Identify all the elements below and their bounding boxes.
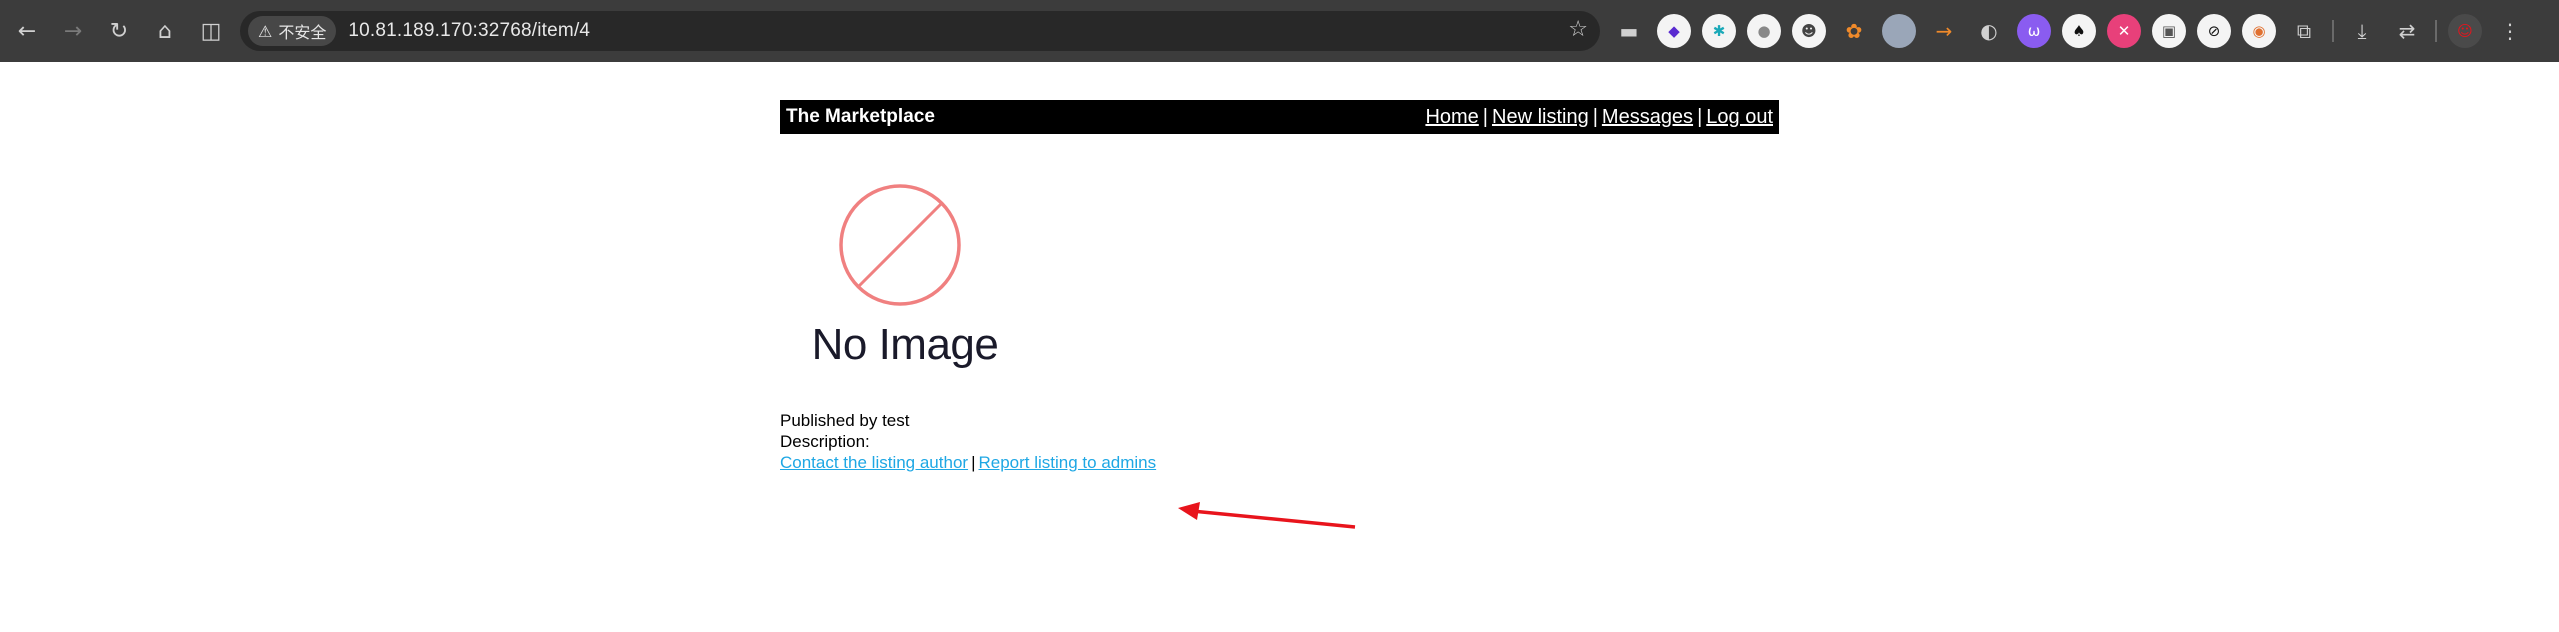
link-separator: | [971, 453, 976, 472]
paused-extension-icon[interactable]: ◐ [1972, 14, 2006, 48]
pink-extension-icon[interactable]: ✕ [2107, 14, 2141, 48]
mascot-extension-icon[interactable]: ● [1747, 14, 1781, 48]
nav-logout-link[interactable]: Log out [1706, 106, 1773, 128]
listing-actions: Contact the listing author | Report listin… [780, 452, 1156, 473]
avatar-extension-icon[interactable]: ☻ [1792, 14, 1826, 48]
listing-image-placeholder: No Image [790, 184, 1020, 384]
nav-home-link[interactable]: Home [1425, 106, 1478, 128]
spade-extension-icon[interactable]: ♠ [2062, 14, 2096, 48]
description-label: Description: [780, 432, 870, 451]
profile-avatar-icon[interactable]: ☺ [2448, 14, 2482, 48]
arrow-extension-icon[interactable]: → [1927, 14, 1961, 48]
site-nav: Home | New listing | Messages | Log out [1425, 106, 1773, 129]
cookie-extension-icon[interactable]: ✿ [1837, 14, 1871, 48]
url-text[interactable]: 10.81.189.170:32768/item/4 [348, 20, 590, 42]
arrow-left-icon[interactable]: ← [4, 8, 50, 54]
download-icon[interactable]: ⤓ [2345, 14, 2379, 48]
contact-author-link[interactable]: Contact the listing author [780, 453, 968, 472]
nav-messages-link[interactable]: Messages [1602, 106, 1693, 128]
gear-extension-icon[interactable]: ✱ [1702, 14, 1736, 48]
browser-toolbar: ← → ↻ ⌂ ◫ ⚠ 不安全 10.81.189.170:32768/item… [0, 0, 2559, 62]
nav-separator: | [1482, 105, 1488, 128]
toolbar-separator [2332, 20, 2334, 42]
picture-extension-icon[interactable]: ▣ [2152, 14, 2186, 48]
nav-separator: | [1697, 105, 1703, 128]
listing-info: Published by test Description: Contact t… [780, 410, 1156, 473]
home-icon[interactable]: ⌂ [142, 8, 188, 54]
no-image-label: No Image [811, 320, 999, 369]
published-by: Published by test [780, 411, 910, 430]
puzzle-icon[interactable]: ⧉ [2287, 14, 2321, 48]
star-icon[interactable]: ☆ [1568, 17, 1588, 42]
site-brand: The Marketplace [786, 106, 935, 127]
layers-extension-icon[interactable]: ◆ [1657, 14, 1691, 48]
annotation-arrow-icon [1178, 502, 1356, 529]
split-view-icon[interactable]: ◫ [188, 8, 234, 54]
report-listing-link[interactable]: Report listing to admins [978, 453, 1156, 472]
hat-extension-icon[interactable]: ▬ [1612, 14, 1646, 48]
address-bar[interactable]: ⚠ 不安全 10.81.189.170:32768/item/4 ☆ [240, 11, 1600, 51]
orange-extension-icon[interactable]: ◉ [2242, 14, 2276, 48]
reload-icon[interactable]: ↻ [96, 8, 142, 54]
extensions-bar: ▬ ◆ ✱ ● ☻ ✿ → ◐ ω ♠ ✕ ▣ ⊘ ◉ ⧉ ⤓ ⇄ ☺ ⋮ [1612, 14, 2527, 48]
security-label: 不安全 [278, 25, 327, 42]
security-chip[interactable]: ⚠ 不安全 [248, 16, 337, 46]
cat-extension-icon[interactable]: ω [2017, 14, 2051, 48]
warning-icon: ⚠ [258, 21, 273, 41]
page-content: The Marketplace Home | New listing | Message… [0, 62, 2559, 632]
arrow-right-icon[interactable]: → [50, 8, 96, 54]
translate-icon[interactable]: ⇄ [2390, 14, 2424, 48]
kebab-menu-icon[interactable]: ⋮ [2493, 14, 2527, 48]
site-header: The Marketplace Home | New listing | Message… [780, 100, 1779, 134]
nav-new-listing-link[interactable]: New listing [1492, 106, 1589, 128]
nav-separator: | [1592, 105, 1598, 128]
no-image-icon [839, 184, 961, 306]
circle-extension-icon[interactable] [1882, 14, 1916, 48]
toolbar-separator [2435, 20, 2437, 42]
block-extension-icon[interactable]: ⊘ [2197, 14, 2231, 48]
